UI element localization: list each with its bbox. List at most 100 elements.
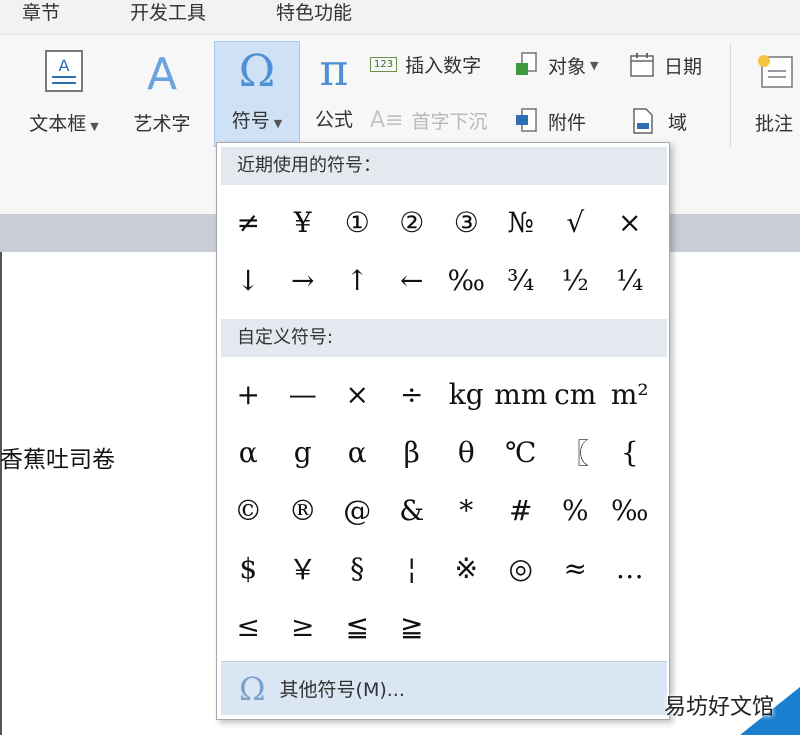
recent-symbol[interactable]: ½ [548,251,603,309]
symbol-label: 符号 [231,110,270,132]
comment-icon [758,55,793,88]
recent-symbols-header: 近期使用的符号： [221,147,667,185]
custom-symbol[interactable]: ※ [439,539,494,597]
drop-cap-icon: A≡ [370,108,404,133]
recent-symbol[interactable]: № [494,193,549,251]
object-button[interactable]: 对象 ▼ [514,51,598,79]
date-button[interactable]: 日期 [628,51,702,79]
comment-button[interactable]: 批注 [744,47,800,136]
symbol-button[interactable]: Ω 符号 ▼ [214,41,300,147]
custom-symbol[interactable]: ≤ [221,597,276,655]
custom-symbol[interactable]: α [221,423,276,481]
document-text: 香蕉吐司卷 [0,447,115,473]
custom-symbol[interactable]: … [603,539,658,597]
tab-developer-tools[interactable]: 开发工具 [130,0,206,26]
custom-symbol[interactable]: ¦ [385,539,440,597]
ribbon-separator [730,43,731,147]
custom-symbol[interactable]: * [439,481,494,539]
custom-symbol[interactable]: # [494,481,549,539]
date-label: 日期 [664,55,703,78]
more-symbols-button[interactable]: Ω 其他符号(M)... [221,661,667,715]
custom-symbol[interactable]: $ [221,539,276,597]
custom-symbol[interactable]: + [221,365,276,423]
formula-label: 公式 [314,109,353,131]
tab-special-features[interactable]: 特色功能 [276,0,352,26]
object-label: 对象 [548,55,587,78]
recent-symbol[interactable]: ③ [439,193,494,251]
chevron-down-icon: ▼ [90,120,99,133]
custom-symbol[interactable]: m² [603,365,658,423]
recent-symbol[interactable]: ② [385,193,440,251]
insert-number-button[interactable]: 123 插入数字 [370,51,481,78]
wordart-label: 艺术字 [133,113,191,135]
field-icon [633,108,653,134]
calendar-icon [630,53,654,77]
recent-symbol[interactable]: ‰ [439,251,494,309]
custom-symbol[interactable]: ÷ [385,365,440,423]
recent-symbol[interactable]: ¼ [603,251,658,309]
watermark: 易坊好文馆 [663,695,774,720]
recent-symbol[interactable]: ← [385,251,440,309]
ribbon-tab-bar: 章节 开发工具 特色功能 [0,0,800,34]
recent-symbol[interactable]: × [603,193,658,251]
custom-symbol[interactable]: α [330,423,385,481]
custom-symbol[interactable]: θ [439,423,494,481]
custom-symbol[interactable]: cm [548,365,603,423]
recent-symbol[interactable]: ↑ [330,251,385,309]
custom-symbols-grid: + — × ÷ kg mm cm m² α g α β θ ℃ 〖{© ® @ & * #% ‰ $ ￥ § ¦ ※ ◎ ≈… ≤ ≥ ≦ ≧ [221,365,667,655]
custom-symbol[interactable]: ￥ [276,539,331,597]
attachment-label: 附件 [548,111,587,134]
custom-symbol[interactable]: © [221,481,276,539]
custom-symbol[interactable]: ℃ [494,423,549,481]
attachment-button[interactable]: 附件 [514,107,586,135]
recent-symbol[interactable]: ¥ [276,193,331,251]
tab-chapter[interactable]: 章节 [22,0,60,26]
custom-symbol[interactable]: { [603,423,658,481]
attachment-icon [516,108,537,132]
custom-symbol[interactable]: § [330,539,385,597]
field-label: 域 [668,111,688,134]
textbox-label: 文本框 [29,113,87,135]
textbox-button[interactable]: A 文本框 ▼ [14,47,114,136]
recent-symbol[interactable]: ↓ [221,251,276,309]
insert-number-label: 插入数字 [405,55,482,77]
custom-symbol[interactable]: @ [330,481,385,539]
svg-text:A: A [147,49,177,95]
svg-text:A: A [59,56,70,75]
custom-symbol[interactable]: ≧ [385,597,440,655]
recent-symbol[interactable]: ① [330,193,385,251]
custom-symbol[interactable]: ≥ [276,597,331,655]
custom-symbol[interactable]: ≈ [548,539,603,597]
recent-symbol[interactable]: ¾ [494,251,549,309]
recent-symbol[interactable]: √ [548,193,603,251]
custom-symbol[interactable]: 〖 [548,423,603,481]
wordart-icon: A [147,49,177,100]
recent-symbol[interactable]: ≠ [221,193,276,251]
drop-cap-button[interactable]: A≡ 首字下沉 [370,107,488,134]
omega-icon: Ω [238,46,276,97]
custom-symbol[interactable]: × [330,365,385,423]
symbol-dropdown: 近期使用的符号： ≠ ¥ ① ② ③ № √ × ↓ → ↑ ← ‰ ¾ ½ ¼ 自定义符号: + — × ÷ kg m… [216,142,670,720]
custom-symbol[interactable]: β [385,423,440,481]
chevron-down-icon: ▼ [273,117,283,130]
custom-symbol[interactable]: ≦ [330,597,385,655]
custom-symbol[interactable]: kg [439,365,494,423]
custom-symbol[interactable]: ® [276,481,331,539]
comment-label: 批注 [754,113,793,135]
formula-button[interactable]: π 公式 [304,47,364,132]
number-icon: 123 [370,57,398,72]
custom-symbol[interactable]: ◎ [494,539,549,597]
field-button[interactable]: 域 [628,107,687,135]
recent-symbol[interactable]: → [276,251,331,309]
object-icon [516,52,537,75]
textbox-icon: A [45,50,83,92]
drop-cap-label: 首字下沉 [411,111,488,133]
custom-symbol[interactable]: mm [494,365,549,423]
custom-symbol[interactable]: ‰ [603,481,658,539]
custom-symbol[interactable]: & [385,481,440,539]
wordart-button[interactable]: A 艺术字 [120,47,204,136]
custom-symbol[interactable]: — [276,365,331,423]
omega-icon: Ω [239,669,266,708]
custom-symbol[interactable]: g [276,423,331,481]
custom-symbol[interactable]: % [548,481,603,539]
